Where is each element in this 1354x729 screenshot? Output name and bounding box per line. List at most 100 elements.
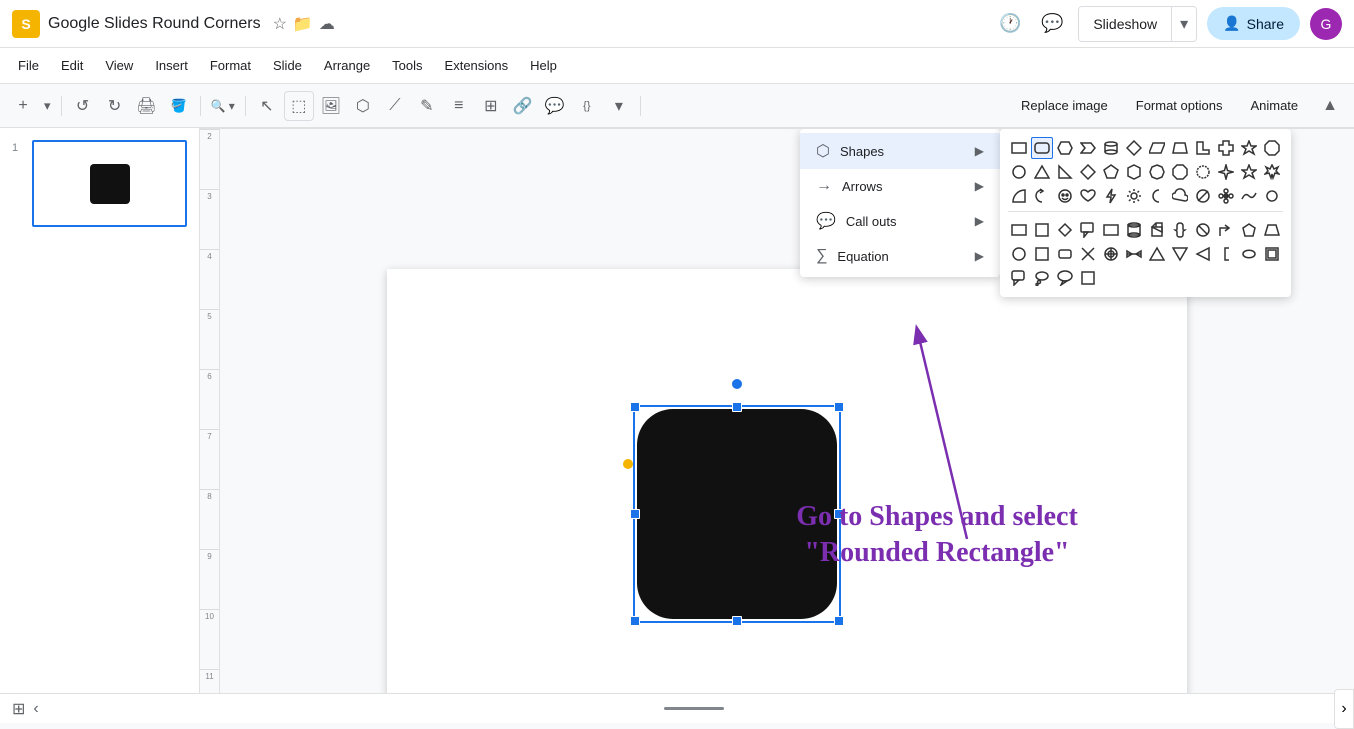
shape-bevel-rect[interactable]: [1054, 137, 1076, 159]
layout-btn[interactable]: ⊞: [476, 91, 506, 121]
shape-cylinder-top[interactable]: [1100, 137, 1122, 159]
shape-triangle[interactable]: [1031, 161, 1053, 183]
corner-radius-handle[interactable]: [623, 459, 633, 469]
menu-edit[interactable]: Edit: [51, 54, 93, 77]
shape-cloud[interactable]: [1169, 185, 1191, 207]
animate-btn[interactable]: Animate: [1238, 94, 1310, 117]
line-btn[interactable]: ⟋: [380, 91, 410, 121]
shape-rect-snip2[interactable]: [1031, 243, 1053, 265]
shape-lightning[interactable]: [1100, 185, 1122, 207]
shape-heptagon[interactable]: [1146, 161, 1168, 183]
slide-preview[interactable]: [32, 140, 187, 227]
shape-trapezoid2[interactable]: [1261, 219, 1283, 241]
shape-pentagon2[interactable]: [1238, 219, 1260, 241]
text-align-btn[interactable]: ≡: [444, 91, 474, 121]
shape-octagon2[interactable]: [1169, 161, 1191, 183]
shape-l-shape[interactable]: [1192, 137, 1214, 159]
shape-hexagon[interactable]: [1123, 161, 1145, 183]
menu-file[interactable]: File: [8, 54, 49, 77]
comment-icon[interactable]: 💬: [1036, 8, 1068, 40]
shape-curved-arrow[interactable]: [1031, 185, 1053, 207]
shape-octagon[interactable]: [1261, 137, 1283, 159]
shape-frame[interactable]: [1261, 243, 1283, 265]
cursor-btn[interactable]: ↖: [252, 91, 282, 121]
shape-x-mark[interactable]: [1077, 243, 1099, 265]
dropdown-item-equation[interactable]: ∑ Equation ▶: [800, 239, 1000, 273]
shape-star4[interactable]: [1215, 161, 1237, 183]
shape-spiral[interactable]: [1261, 185, 1283, 207]
image-btn[interactable]: 🖼: [316, 91, 346, 121]
shape-cross[interactable]: [1215, 137, 1237, 159]
shape-star5[interactable]: [1238, 161, 1260, 183]
handle-top-left[interactable]: [630, 402, 640, 412]
shape-triangle-up[interactable]: [1146, 243, 1168, 265]
shape-diamond2[interactable]: [1077, 161, 1099, 183]
shape-right-triangle[interactable]: [1054, 161, 1076, 183]
shape-h-line[interactable]: [1123, 243, 1145, 265]
menu-extensions[interactable]: Extensions: [435, 54, 519, 77]
menu-tools[interactable]: Tools: [382, 54, 432, 77]
menu-slide[interactable]: Slide: [263, 54, 312, 77]
shape-oval-callout[interactable]: [1054, 267, 1076, 289]
slideshow-button[interactable]: Slideshow ▾: [1078, 6, 1197, 42]
shape-banned[interactable]: [1192, 185, 1214, 207]
slide[interactable]: Go to Shapes and select "Rounded Rectang…: [387, 269, 1187, 723]
undo-btn[interactable]: ↺: [68, 91, 98, 121]
dropdown-item-callouts[interactable]: 💬 Call outs ▶: [800, 203, 1000, 239]
shape-extra4[interactable]: [1077, 267, 1099, 289]
shape-triangle-down[interactable]: [1169, 243, 1191, 265]
menu-help[interactable]: Help: [520, 54, 567, 77]
shape-curve[interactable]: [1238, 243, 1260, 265]
rotation-handle[interactable]: [732, 379, 742, 389]
slideshow-label[interactable]: Slideshow: [1079, 7, 1171, 41]
shape-rounded-rect2[interactable]: [1054, 243, 1076, 265]
shape-sun[interactable]: [1123, 185, 1145, 207]
share-button[interactable]: 👤 Share: [1207, 7, 1300, 40]
shape-circle2[interactable]: [1008, 243, 1030, 265]
folder-icon[interactable]: 📁: [293, 14, 313, 34]
shape-diamond[interactable]: [1123, 137, 1145, 159]
cloud-icon[interactable]: ☁: [319, 14, 335, 34]
grid-view-icon[interactable]: ⊞: [12, 699, 25, 719]
menu-insert[interactable]: Insert: [145, 54, 198, 77]
shape-target[interactable]: [1100, 243, 1122, 265]
zoom-control[interactable]: 🔍 ▾: [207, 91, 239, 121]
shape-star[interactable]: [1238, 137, 1260, 159]
replace-image-btn[interactable]: Replace image: [1009, 94, 1120, 117]
slide-thumbnail-1[interactable]: 1: [12, 140, 187, 227]
shape-flower[interactable]: [1215, 185, 1237, 207]
shape-smiley[interactable]: [1054, 185, 1076, 207]
handle-bot-right[interactable]: [834, 616, 844, 626]
user-avatar[interactable]: G: [1310, 8, 1342, 40]
dropdown-item-shapes[interactable]: ⬡ Shapes ▶: [800, 133, 1000, 169]
dropdown-item-arrows[interactable]: → Arrows ▶: [800, 169, 1000, 203]
slideshow-dropdown-arrow[interactable]: ▾: [1171, 7, 1196, 41]
shape-thought-bubble[interactable]: [1031, 267, 1053, 289]
shape-heart[interactable]: [1077, 185, 1099, 207]
shape-diamond3[interactable]: [1054, 219, 1076, 241]
select-btn[interactable]: ⬚: [284, 91, 314, 121]
paint-format-btn[interactable]: 🪣: [164, 91, 194, 121]
link-btn[interactable]: 🔗: [508, 91, 538, 121]
history-icon[interactable]: 🕐: [994, 8, 1026, 40]
shape-rectangle[interactable]: [1008, 137, 1030, 159]
shape-no-symbol[interactable]: [1192, 219, 1214, 241]
shape-pentagon[interactable]: [1100, 161, 1122, 183]
code-btn[interactable]: {}: [572, 91, 602, 121]
shape-callout-rect[interactable]: [1077, 219, 1099, 241]
shape-brace[interactable]: [1169, 219, 1191, 241]
shape-circle[interactable]: [1008, 161, 1030, 183]
shape-trapezoid[interactable]: [1169, 137, 1191, 159]
handle-top-right[interactable]: [834, 402, 844, 412]
add-btn[interactable]: +: [8, 91, 38, 121]
comment-btn[interactable]: 💬: [540, 91, 570, 121]
print-btn[interactable]: 🖨: [132, 91, 162, 121]
scroll-bar[interactable]: [664, 707, 724, 710]
more-btn[interactable]: ▾: [604, 91, 634, 121]
shape-process[interactable]: [1100, 219, 1122, 241]
shape-bracket[interactable]: [1215, 243, 1237, 265]
handle-bot-left[interactable]: [630, 616, 640, 626]
menu-view[interactable]: View: [95, 54, 143, 77]
shape-speech-bubble[interactable]: [1008, 267, 1030, 289]
shape-quarter-circle[interactable]: [1008, 185, 1030, 207]
